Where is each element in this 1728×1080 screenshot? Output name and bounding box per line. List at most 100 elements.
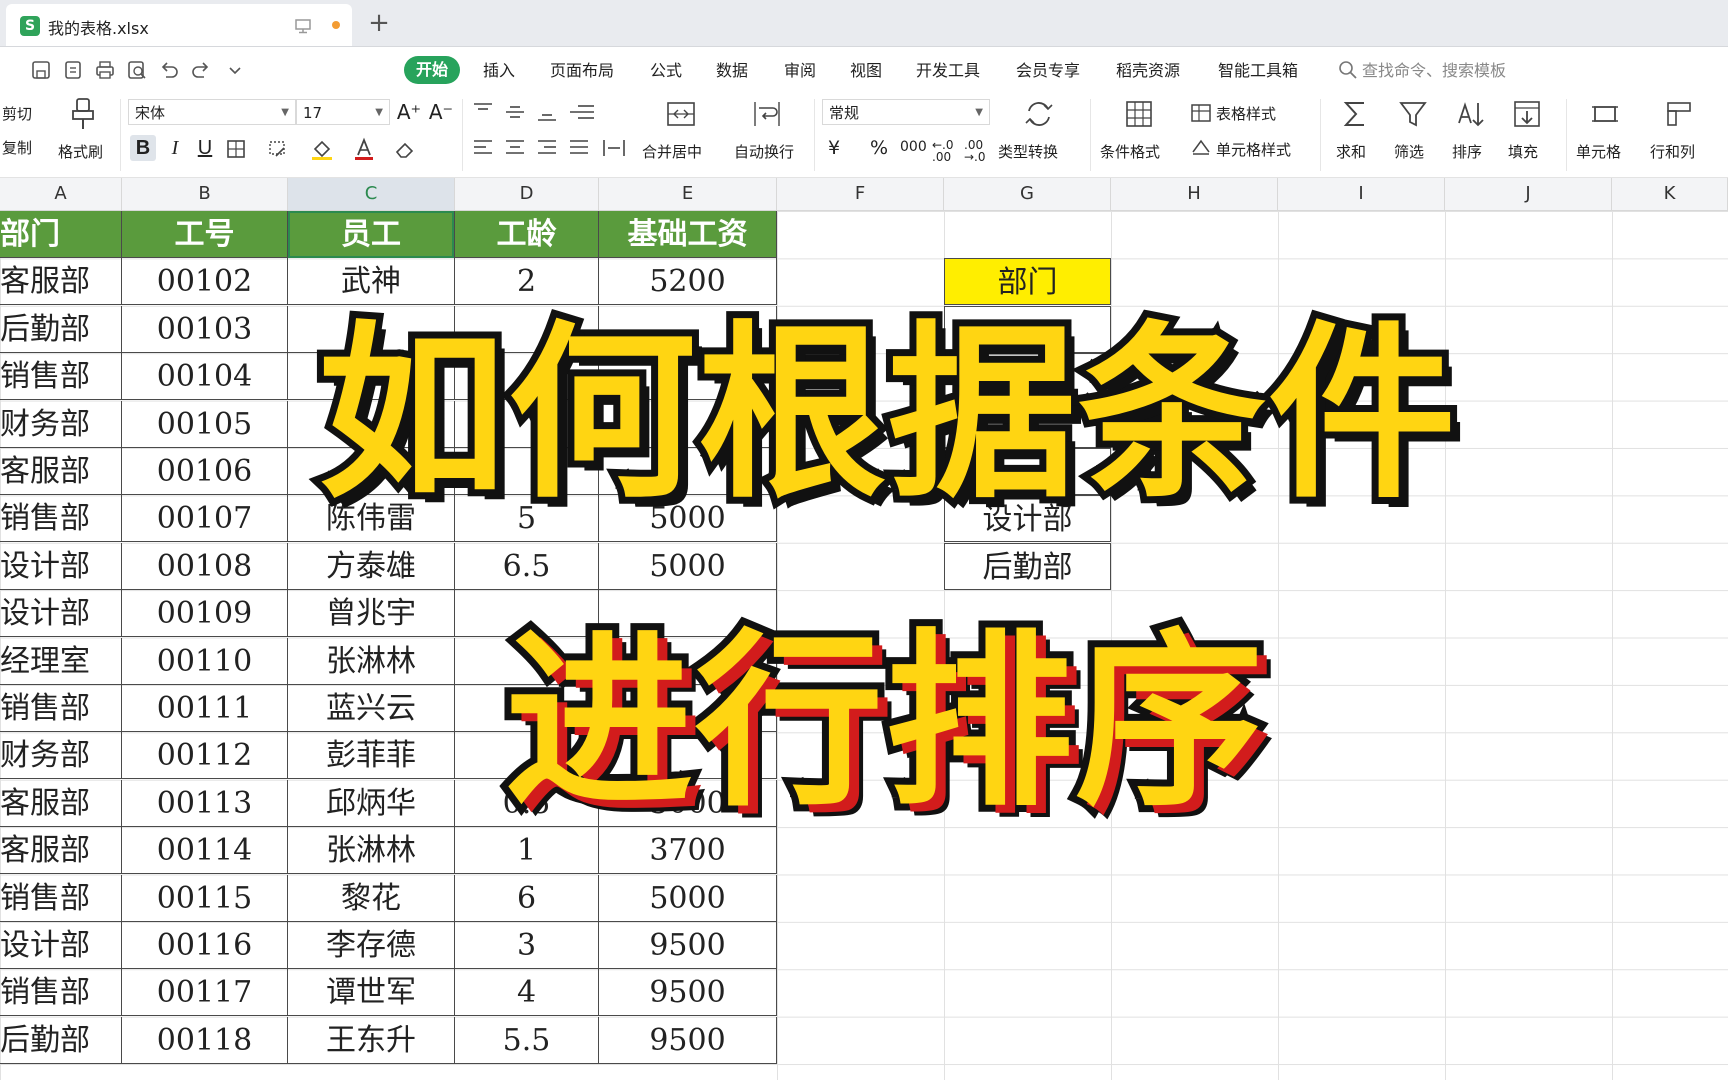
- search-icon[interactable]: [1338, 60, 1358, 80]
- new-tab-button[interactable]: +: [366, 6, 392, 40]
- column-header-e[interactable]: E: [599, 178, 777, 210]
- bold-button[interactable]: B: [130, 135, 156, 161]
- cell-employee-id[interactable]: 00113: [122, 779, 288, 827]
- cell-employee-id[interactable]: 00111: [122, 685, 288, 732]
- menu-item-page-layout[interactable]: 页面布局: [550, 58, 614, 84]
- menu-item-view[interactable]: 视图: [850, 58, 882, 84]
- cut-button[interactable]: 剪切: [2, 103, 32, 124]
- sum-button[interactable]: 求和: [1336, 141, 1366, 162]
- cell-style-icon[interactable]: [1190, 137, 1212, 157]
- cell-fill-icon[interactable]: [268, 139, 290, 159]
- header-department[interactable]: 部门: [0, 211, 122, 258]
- menu-item-insert[interactable]: 插入: [483, 58, 515, 84]
- wrap-text-button[interactable]: 自动换行: [734, 141, 794, 162]
- eraser-icon[interactable]: [394, 139, 416, 159]
- header-seniority[interactable]: 工龄: [455, 211, 599, 258]
- cell-department[interactable]: 客服部: [0, 827, 122, 875]
- menu-item-formula[interactable]: 公式: [650, 58, 682, 84]
- vertical-align-icons[interactable]: [472, 101, 598, 123]
- cell-base-salary[interactable]: 5000: [599, 874, 777, 922]
- cell-employee-id[interactable]: 00108: [122, 542, 288, 590]
- menu-item-start[interactable]: 开始: [404, 56, 460, 84]
- merge-center-button[interactable]: 合并居中: [642, 141, 702, 162]
- filter-button[interactable]: 筛选: [1394, 141, 1424, 162]
- redo-icon[interactable]: [190, 59, 212, 81]
- cell-base-salary[interactable]: 9500: [599, 922, 777, 969]
- cell-employee-id[interactable]: 00116: [122, 922, 288, 969]
- document-tab[interactable]: S 我的表格.xlsx: [6, 4, 352, 46]
- cell-department[interactable]: 财务部: [0, 400, 122, 448]
- cell-employee-id[interactable]: 00104: [122, 353, 288, 401]
- underline-button[interactable]: U: [192, 135, 218, 161]
- column-header-d[interactable]: D: [455, 178, 599, 210]
- font-color-icon[interactable]: [352, 137, 376, 161]
- cell-department[interactable]: 经理室: [0, 637, 122, 685]
- menu-item-data[interactable]: 数据: [716, 58, 748, 84]
- cell-department[interactable]: 销售部: [0, 685, 122, 732]
- cell-department[interactable]: 设计部: [0, 922, 122, 969]
- horizontal-align-icons[interactable]: [472, 137, 628, 159]
- column-header-k[interactable]: K: [1612, 178, 1728, 210]
- cell-employee[interactable]: 李存德: [288, 922, 455, 969]
- cell-employee[interactable]: 张淋林: [288, 827, 455, 875]
- border-icon[interactable]: [226, 139, 246, 159]
- header-base-salary[interactable]: 基础工资: [599, 211, 777, 258]
- copy-button[interactable]: 复制: [2, 137, 32, 158]
- wrap-text-icon[interactable]: [752, 99, 782, 129]
- cell-seniority[interactable]: 5.5: [455, 1016, 599, 1064]
- fill-color-icon[interactable]: [310, 137, 334, 161]
- cell-employee[interactable]: 方泰雄: [288, 542, 455, 590]
- cell-department[interactable]: 财务部: [0, 732, 122, 780]
- cell-employee-id[interactable]: 00114: [122, 827, 288, 875]
- cell-base-salary[interactable]: 9500: [599, 1016, 777, 1064]
- cell-style-button[interactable]: 单元格样式: [1216, 139, 1291, 160]
- menu-item-docer[interactable]: 稻壳资源: [1116, 58, 1180, 84]
- cell-seniority[interactable]: 6: [455, 874, 599, 922]
- cell-employee[interactable]: 谭世军: [288, 969, 455, 1017]
- font-size-select[interactable]: 17 ▼: [296, 99, 390, 125]
- number-format-select[interactable]: 常规 ▼: [822, 99, 990, 125]
- cell-department[interactable]: 销售部: [0, 969, 122, 1017]
- column-header-a[interactable]: A: [0, 178, 122, 210]
- italic-button[interactable]: I: [162, 135, 188, 161]
- command-search-input[interactable]: 查找命令、搜索模板: [1362, 58, 1506, 84]
- header-employee-id[interactable]: 工号: [122, 211, 288, 258]
- cell-employee-id[interactable]: 00102: [122, 258, 288, 306]
- sort-button[interactable]: 排序: [1452, 141, 1482, 162]
- cell-employee-id[interactable]: 00117: [122, 969, 288, 1017]
- cell-employee-id[interactable]: 00110: [122, 637, 288, 685]
- cell-employee-id[interactable]: 00109: [122, 590, 288, 638]
- cell-employee[interactable]: 彭菲菲: [288, 732, 455, 780]
- cell-department[interactable]: 后勤部: [0, 1016, 122, 1064]
- font-name-select[interactable]: 宋体 ▼: [128, 99, 296, 125]
- column-header-g[interactable]: G: [944, 178, 1111, 210]
- menu-item-smart-toolbox[interactable]: 智能工具箱: [1218, 58, 1298, 84]
- decrease-decimal-button[interactable]: .00 →.0: [964, 139, 990, 163]
- type-convert-button[interactable]: 类型转换: [998, 141, 1058, 162]
- column-header-i[interactable]: I: [1278, 178, 1445, 210]
- cell-employee-id[interactable]: 00112: [122, 732, 288, 780]
- undo-icon[interactable]: [158, 59, 180, 81]
- format-painter-button[interactable]: 格式刷: [58, 141, 103, 162]
- column-header-j[interactable]: J: [1445, 178, 1612, 210]
- cell-department[interactable]: 客服部: [0, 448, 122, 495]
- sort-icon[interactable]: [1456, 99, 1486, 129]
- cell-employee[interactable]: 邱炳华: [288, 779, 455, 827]
- cell-department[interactable]: 客服部: [0, 779, 122, 827]
- thousands-button[interactable]: 000: [900, 139, 927, 155]
- cell-department[interactable]: 设计部: [0, 590, 122, 638]
- increase-font-icon[interactable]: A⁺: [396, 99, 422, 125]
- column-header-b[interactable]: B: [122, 178, 288, 210]
- cell-department[interactable]: 客服部: [0, 258, 122, 306]
- cell-employee[interactable]: 张淋林: [288, 637, 455, 685]
- row-column-button[interactable]: 行和列: [1650, 141, 1695, 162]
- cell-employee[interactable]: 王东升: [288, 1016, 455, 1064]
- table-style-button[interactable]: 表格样式: [1216, 103, 1276, 124]
- column-header-c[interactable]: C: [288, 178, 455, 210]
- percent-button[interactable]: %: [870, 137, 888, 159]
- sum-icon[interactable]: [1340, 99, 1370, 129]
- cell-employee-id[interactable]: 00103: [122, 305, 288, 353]
- cell-employee-id[interactable]: 00118: [122, 1016, 288, 1064]
- save-icon[interactable]: [30, 59, 52, 81]
- cell-employee-id[interactable]: 00115: [122, 874, 288, 922]
